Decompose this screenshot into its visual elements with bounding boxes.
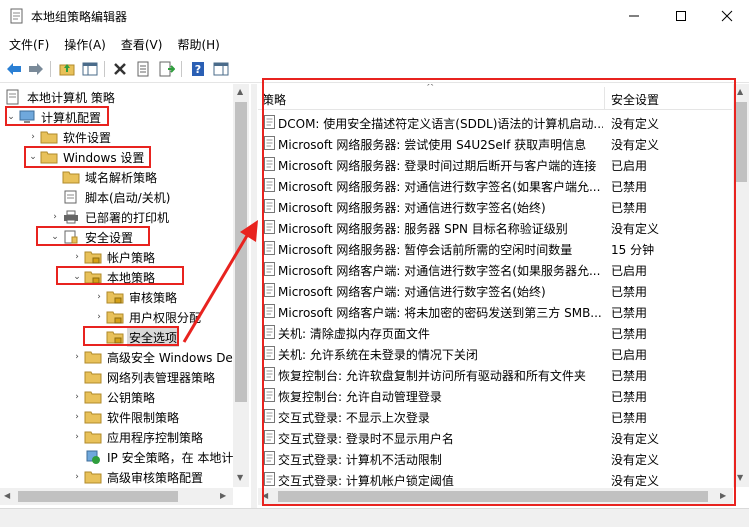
ip-security-icon xyxy=(86,450,100,464)
show-hide-tree-button[interactable] xyxy=(80,59,100,79)
script-icon xyxy=(64,190,77,204)
annotation-box-local-policies xyxy=(56,266,184,285)
tree-item-software-settings[interactable]: › 软件设置 xyxy=(26,127,113,147)
help-icon: ? xyxy=(192,62,204,76)
chevron-right-icon[interactable]: › xyxy=(70,347,84,367)
folder-icon xyxy=(84,471,102,484)
menu-file[interactable]: 文件(F) xyxy=(0,33,55,55)
folder-icon xyxy=(62,171,80,184)
close-icon xyxy=(721,10,733,21)
scroll-down-icon[interactable]: ▼ xyxy=(237,473,243,482)
properties-button[interactable] xyxy=(133,59,153,79)
chevron-right-icon[interactable]: › xyxy=(48,207,62,227)
chevron-right-icon[interactable]: › xyxy=(70,427,84,447)
tree-item-app-control[interactable]: › 应用程序控制策略 xyxy=(70,427,205,447)
export-list-button[interactable] xyxy=(157,59,177,79)
tree-item-advanced-audit[interactable]: › 高级审核策略配置 xyxy=(70,467,205,487)
annotation-box-security-settings xyxy=(36,226,150,246)
forward-button[interactable] xyxy=(26,59,46,79)
title-bar: 本地组策略编辑器 xyxy=(0,0,749,31)
scroll-right-icon[interactable]: ▶ xyxy=(220,491,226,500)
tree-item-network-list[interactable]: 网络列表管理器策略 xyxy=(70,367,217,387)
annotation-box-security-options xyxy=(83,326,179,346)
tree-horizontal-scrollbar[interactable]: ◀ ▶ xyxy=(0,488,233,505)
tree-item-local-computer-policy[interactable]: 本地计算机 策略 xyxy=(4,87,117,107)
scroll-up-icon[interactable]: ▲ xyxy=(737,87,743,96)
chevron-right-icon[interactable]: › xyxy=(92,307,106,327)
folder-icon xyxy=(84,351,102,364)
tree-item-ipsec[interactable]: IP 安全策略，在 本地计 xyxy=(70,447,235,467)
chevron-right-icon[interactable]: › xyxy=(70,387,84,407)
folder-icon xyxy=(84,371,102,384)
tree-item-audit-policy[interactable]: › 审核策略 xyxy=(92,287,179,307)
chevron-right-icon[interactable]: › xyxy=(70,407,84,427)
chevron-right-icon[interactable]: › xyxy=(70,247,84,267)
action-pane-icon xyxy=(213,62,229,76)
maximize-button[interactable] xyxy=(658,0,704,31)
up-folder-button[interactable] xyxy=(57,59,77,79)
folder-icon xyxy=(84,411,102,424)
delete-x-icon xyxy=(114,63,126,75)
menu-action[interactable]: 操作(A) xyxy=(55,33,112,55)
folder-lock-icon xyxy=(106,311,124,324)
chevron-right-icon[interactable]: › xyxy=(92,287,106,307)
up-folder-icon xyxy=(59,64,75,76)
forward-arrow-icon xyxy=(29,63,43,75)
tree-item-deployed-printers[interactable]: › 已部署的打印机 xyxy=(48,207,171,227)
list-vertical-scroll-thumb[interactable] xyxy=(735,102,747,182)
menu-view[interactable]: 查看(V) xyxy=(112,33,169,55)
window-title: 本地组策略编辑器 xyxy=(31,10,128,24)
menu-bar: 文件(F) 操作(A) 查看(V) 帮助(H) xyxy=(0,33,749,55)
show-action-pane-button[interactable] xyxy=(211,59,231,79)
annotation-box-computer-config xyxy=(5,106,109,126)
scroll-up-icon[interactable]: ▲ xyxy=(237,87,243,96)
scroll-down-icon[interactable]: ▼ xyxy=(737,473,743,482)
annotation-arrow xyxy=(182,220,258,343)
folder-icon xyxy=(84,431,102,444)
svg-text:?: ? xyxy=(195,63,201,76)
tree-item-firewall[interactable]: › 高级安全 Windows Def xyxy=(70,347,239,367)
maximize-icon xyxy=(676,10,686,21)
back-button[interactable] xyxy=(4,59,24,79)
scroll-left-icon[interactable]: ◀ xyxy=(4,491,10,500)
folder-lock-icon xyxy=(106,291,124,304)
annotation-box-policy-list xyxy=(262,78,736,506)
tree-item-scripts[interactable]: 脚本(启动/关机) xyxy=(48,187,172,207)
folder-icon xyxy=(40,131,58,144)
properties-icon xyxy=(137,61,149,77)
annotation-box-windows-settings xyxy=(24,146,151,168)
minimize-icon xyxy=(629,15,639,16)
tree-item-public-key[interactable]: › 公钥策略 xyxy=(70,387,157,407)
export-list-icon xyxy=(159,61,175,77)
back-arrow-icon xyxy=(7,63,21,75)
folder-lock-icon xyxy=(84,251,102,264)
tree-item-dns-policy[interactable]: 域名解析策略 xyxy=(48,167,159,187)
policy-editor-app-icon xyxy=(10,8,23,24)
chevron-right-icon[interactable]: › xyxy=(26,127,40,147)
minimize-button[interactable] xyxy=(611,0,657,31)
console-tree-icon xyxy=(82,62,98,76)
close-button[interactable] xyxy=(704,0,749,31)
printer-icon xyxy=(64,210,78,224)
chevron-right-icon[interactable]: › xyxy=(70,467,84,487)
status-bar xyxy=(0,508,749,527)
tree-horizontal-scroll-thumb[interactable] xyxy=(18,491,178,502)
folder-icon xyxy=(84,391,102,404)
tree-item-software-restriction[interactable]: › 软件限制策略 xyxy=(70,407,181,427)
menu-help[interactable]: 帮助(H) xyxy=(168,33,225,55)
delete-button[interactable] xyxy=(110,59,130,79)
help-button[interactable]: ? xyxy=(188,59,208,79)
tree-item-account-policies[interactable]: › 帐户策略 xyxy=(70,247,157,267)
policy-document-icon xyxy=(6,89,19,105)
